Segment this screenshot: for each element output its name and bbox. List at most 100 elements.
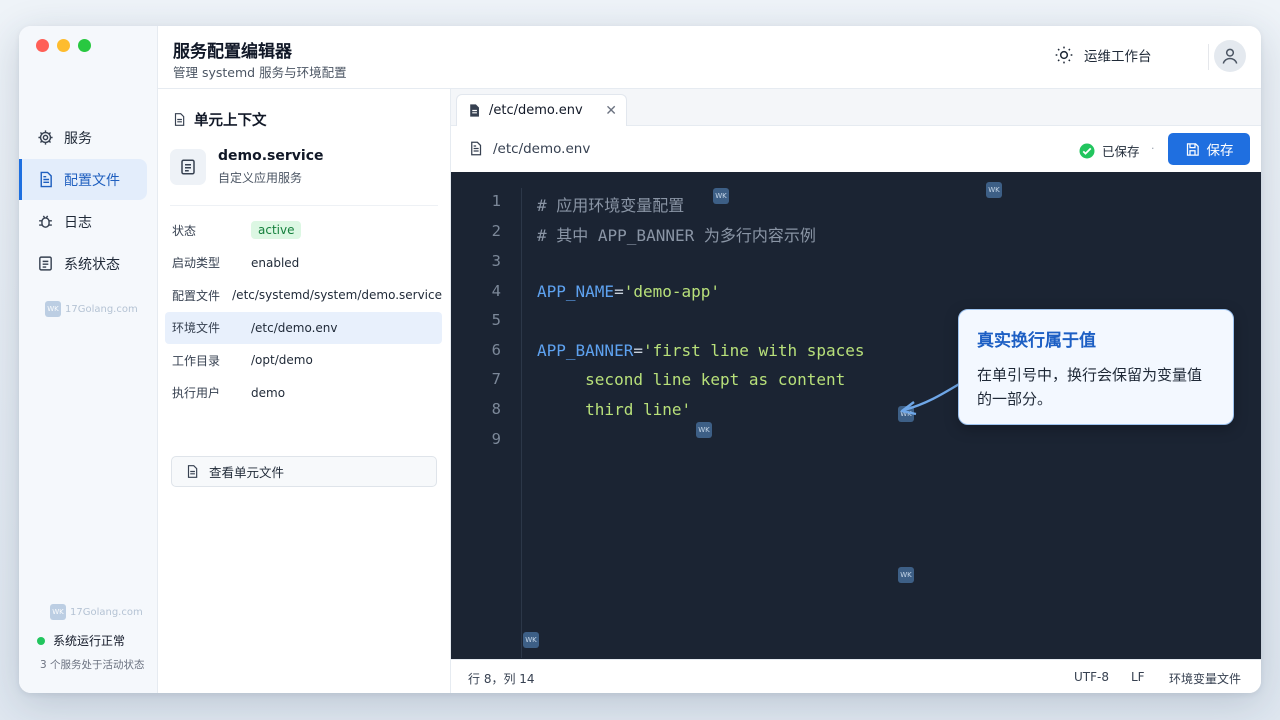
line-number: 4 (491, 282, 501, 300)
save-status: 已保存 (1078, 141, 1140, 160)
property-key: 执行用户 (172, 386, 221, 400)
sidebar-item-logs[interactable]: 日志 (19, 201, 147, 242)
tab-demo-env[interactable]: /etc/demo.env ✕ (456, 94, 627, 126)
save-icon (1186, 142, 1199, 156)
property-row[interactable]: 配置文件 /etc/systemd/system/demo.service (165, 279, 442, 311)
window-controls (36, 39, 91, 52)
code-line: second line kept as content (537, 370, 846, 389)
property-value: /etc/demo.env (251, 320, 338, 335)
property-value: demo (251, 385, 286, 400)
sidebar: 服务 配置文件 日志 系统状态 WK 17Golang.com WK 17Gol… (19, 26, 158, 693)
header-divider (1208, 44, 1209, 70)
property-key: 配置文件 (172, 288, 221, 303)
sun-icon (1055, 46, 1073, 64)
divider (170, 205, 438, 206)
code-line: APP_NAME='demo-app' (537, 282, 721, 301)
cursor-position: 行 8，列 14 (468, 672, 535, 686)
minimize-window-button[interactable] (57, 39, 70, 52)
sidebar-item-label: 系统状态 (64, 256, 120, 273)
unit-context-title: 单元上下文 (172, 109, 267, 130)
watermark-logo-icon: WK (986, 182, 1002, 198)
watermark: WK 17Golang.com (50, 604, 143, 620)
document-icon (187, 465, 198, 478)
callout-title: 真实换行属于值 (977, 331, 1096, 351)
editor-tabs: /etc/demo.env ✕ (451, 89, 1261, 126)
property-row: 工作目录 /opt/demo (165, 344, 442, 376)
line-number: 2 (491, 222, 501, 240)
sidebar-item-label: 配置文件 (64, 172, 120, 189)
bug-icon (39, 215, 52, 228)
watermark-logo-icon: WK (713, 188, 729, 204)
line-number: 1 (491, 192, 501, 210)
file-type-indicator[interactable]: 环境变量文件 (1169, 670, 1241, 687)
line-number: 7 (491, 370, 501, 388)
line-number: 3 (491, 252, 501, 270)
annotation-callout: 真实换行属于值 在单引号中，换行会保留为变量值的一部分。 (958, 309, 1234, 425)
tab-label: /etc/demo.env (489, 103, 583, 118)
property-key: 状态 (172, 223, 197, 238)
app-header: 服务配置编辑器 管理 systemd 服务与环境配置 运维工作台 (158, 26, 1261, 89)
watermark-logo-icon: WK (898, 567, 914, 583)
line-number: 8 (491, 400, 501, 418)
unit-file-icon (170, 149, 206, 185)
status-bar: 行 8，列 14 UTF-8 LF 环境变量文件 (451, 659, 1261, 693)
view-unit-file-button[interactable]: 查看单元文件 (171, 456, 437, 487)
user-icon (1222, 48, 1238, 64)
property-key: 启动类型 (172, 256, 221, 270)
sidebar-item-config-files[interactable]: 配置文件 (19, 159, 147, 200)
unit-context-panel: 单元上下文 demo.service 自定义应用服务 状态 active 启动类… (158, 89, 451, 693)
document-icon (174, 113, 185, 126)
unit-name: demo.service (218, 148, 324, 164)
code-line: # 应用环境变量配置 (537, 196, 685, 215)
property-key: 工作目录 (172, 353, 221, 368)
separator-dot: · (1151, 142, 1155, 155)
sidebar-item-label: 日志 (64, 214, 92, 231)
watermark: WK 17Golang.com (45, 301, 138, 317)
property-row: 启动类型 enabled (165, 247, 442, 279)
status-icon (39, 256, 52, 271)
sidebar-nav: 服务 配置文件 日志 系统状态 (19, 117, 158, 285)
sidebar-item-label: 服务 (64, 130, 92, 147)
watermark-logo-icon: WK (696, 422, 712, 438)
line-number: 6 (491, 341, 501, 359)
sidebar-item-services[interactable]: 服务 (19, 117, 147, 158)
workspace-switcher[interactable]: 运维工作台 (1054, 45, 1152, 65)
maximize-window-button[interactable] (78, 39, 91, 52)
gutter-divider (521, 188, 522, 658)
file-path: /etc/demo.env (468, 140, 590, 157)
avatar[interactable] (1214, 40, 1246, 72)
system-status-label: 系统运行正常 (53, 634, 126, 648)
property-row: 状态 active (165, 214, 442, 246)
save-button[interactable]: 保存 (1168, 133, 1250, 165)
callout-text: 在单引号中，换行会保留为变量值的一部分。 (977, 366, 1203, 408)
system-status-summary: 系统运行正常 3 个服务处于活动状态 (37, 632, 145, 672)
app-window: 服务 配置文件 日志 系统状态 WK 17Golang.com WK 17Gol… (19, 26, 1261, 693)
unit-properties: 状态 active 启动类型 enabled 配置文件 /etc/systemd… (165, 214, 442, 409)
unit-card: demo.service 自定义应用服务 (170, 148, 324, 186)
workspace-label: 运维工作台 (1084, 49, 1152, 65)
document-icon (40, 171, 52, 188)
line-number: 9 (491, 430, 501, 448)
page-title: 服务配置编辑器 (173, 42, 292, 62)
close-icon[interactable]: ✕ (605, 103, 617, 119)
system-status-detail: 3 个服务处于活动状态 (40, 659, 145, 671)
check-circle-icon (1079, 143, 1095, 158)
property-row: 执行用户 demo (165, 377, 442, 409)
status-dot-icon (37, 636, 45, 645)
property-value: enabled (251, 255, 300, 270)
document-icon (470, 104, 479, 117)
code-line: APP_BANNER='first line with spaces (537, 341, 865, 360)
code-line: # 其中 APP_BANNER 为多行内容示例 (537, 226, 816, 245)
line-number: 5 (491, 311, 501, 329)
watermark-logo-icon: WK (45, 301, 61, 317)
property-value: /opt/demo (251, 353, 313, 367)
encoding-indicator[interactable]: UTF-8 (1074, 670, 1109, 684)
unit-description: 自定义应用服务 (218, 171, 303, 185)
property-row-selected[interactable]: 环境文件 /etc/demo.env (165, 311, 442, 344)
gear-icon (38, 130, 53, 145)
code-line: third line' (537, 400, 692, 419)
line-ending-indicator[interactable]: LF (1131, 670, 1145, 684)
document-icon (471, 141, 482, 156)
sidebar-item-system-status[interactable]: 系统状态 (19, 243, 147, 284)
close-window-button[interactable] (36, 39, 49, 52)
